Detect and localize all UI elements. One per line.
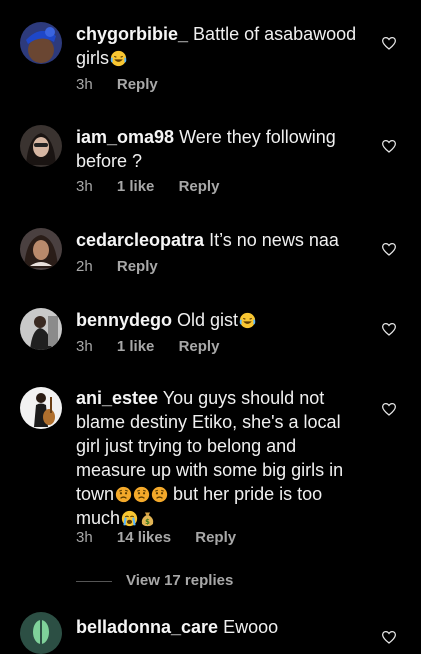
tears-of-joy-emoji: [110, 50, 127, 67]
reply-button[interactable]: Reply: [117, 258, 158, 275]
comment-text: much: [76, 508, 121, 528]
avatar[interactable]: [20, 387, 62, 429]
heart-icon[interactable]: [381, 139, 397, 153]
comment-text: measure up with some big girls in: [76, 460, 344, 480]
money-bag-emoji: [139, 510, 156, 527]
heart-icon[interactable]: [381, 630, 397, 644]
sad-face-emoji: [133, 486, 150, 503]
comment-time: 3h: [76, 338, 93, 355]
comment-time: 3h: [76, 529, 93, 546]
comment-text: girl just trying to belong and: [76, 436, 297, 456]
view-replies-label: View 17 replies: [126, 572, 234, 589]
comment-text: blame destiny Etiko, she's a local: [76, 412, 341, 432]
comment-text: Old gist: [177, 310, 239, 330]
avatar[interactable]: [20, 22, 62, 64]
avatar[interactable]: [20, 228, 62, 270]
comment-username[interactable]: bennydego: [76, 310, 172, 330]
comment-username[interactable]: ani_estee: [76, 388, 158, 408]
comment-text: but her pride is too: [173, 484, 323, 504]
comment-username[interactable]: chygorbibie_: [76, 24, 188, 44]
comment-username[interactable]: iam_oma98: [76, 127, 174, 147]
comment-text: town: [76, 484, 115, 504]
comment-time: 3h: [76, 178, 93, 195]
reply-button[interactable]: Reply: [179, 338, 220, 355]
reply-button[interactable]: Reply: [117, 76, 158, 93]
avatar[interactable]: [20, 308, 62, 350]
likes-count[interactable]: 1 like: [117, 178, 155, 195]
heart-icon[interactable]: [381, 402, 397, 416]
tears-of-joy-emoji: [239, 312, 256, 329]
avatar[interactable]: [20, 612, 62, 654]
comment-text: It’s no news naa: [209, 230, 339, 250]
sad-face-emoji: [115, 486, 132, 503]
divider-line: [76, 580, 112, 582]
sad-face-emoji: [151, 486, 168, 503]
reply-button[interactable]: Reply: [195, 529, 236, 546]
reply-button[interactable]: Reply: [179, 178, 220, 195]
comment-text: Ewooo: [223, 617, 279, 637]
likes-count[interactable]: 14 likes: [117, 529, 171, 546]
avatar[interactable]: [20, 125, 62, 167]
likes-count[interactable]: 1 like: [117, 338, 155, 355]
crying-face-emoji: [121, 510, 138, 527]
heart-icon[interactable]: [381, 36, 397, 50]
comment-time: 3h: [76, 76, 93, 93]
comment-time: 2h: [76, 258, 93, 275]
comment-username[interactable]: belladonna_care: [76, 617, 218, 637]
comment-username[interactable]: cedarcleopatra: [76, 230, 204, 250]
view-replies-button[interactable]: View 17 replies: [76, 572, 233, 592]
heart-icon[interactable]: [381, 322, 397, 336]
heart-icon[interactable]: [381, 242, 397, 256]
comment-text: You guys should not: [162, 388, 325, 408]
